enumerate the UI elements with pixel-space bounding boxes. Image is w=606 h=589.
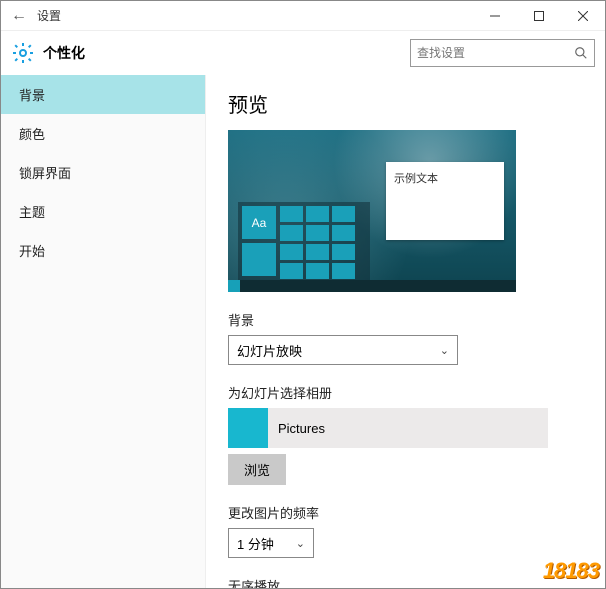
sidebar-item-background[interactable]: 背景 [1, 75, 205, 114]
album-name: Pictures [278, 421, 325, 436]
preview-tile [242, 243, 276, 276]
sidebar-item-lockscreen[interactable]: 锁屏界面 [1, 153, 205, 192]
maximize-button[interactable] [517, 1, 561, 31]
preview-heading: 预览 [228, 89, 583, 118]
window-title: 设置 [37, 7, 61, 24]
titlebar: ← 设置 [1, 1, 605, 31]
sidebar-item-colors[interactable]: 颜色 [1, 114, 205, 153]
frequency-value: 1 分钟 [237, 534, 274, 553]
chevron-down-icon: ⌄ [440, 344, 449, 357]
preview-taskbar [228, 280, 516, 292]
preview-aa-tile: Aa [242, 206, 276, 239]
search-box[interactable] [410, 39, 595, 67]
chevron-down-icon: ⌄ [296, 537, 305, 550]
main-panel: 预览 Aa 示例文本 背景 幻灯片放映 ⌄ [206, 75, 605, 588]
search-icon [574, 46, 588, 60]
preview-window: 示例文本 [386, 162, 504, 240]
minimize-button[interactable] [473, 1, 517, 31]
back-button[interactable]: ← [1, 7, 37, 25]
page-title: 个性化 [43, 43, 85, 63]
frequency-dropdown[interactable]: 1 分钟 ⌄ [228, 528, 314, 558]
background-label: 背景 [228, 310, 583, 329]
background-value: 幻灯片放映 [237, 341, 302, 360]
frequency-label: 更改图片的频率 [228, 503, 583, 522]
preview-sample-text: 示例文本 [394, 173, 438, 185]
gear-icon [11, 41, 35, 65]
sidebar: 背景 颜色 锁屏界面 主题 开始 [1, 75, 206, 588]
body: 背景 颜色 锁屏界面 主题 开始 预览 Aa 示例文本 [1, 75, 605, 588]
album-label: 为幻灯片选择相册 [228, 383, 583, 402]
album-row[interactable]: Pictures [228, 408, 548, 448]
album-thumbnail [228, 408, 268, 448]
header: 个性化 [1, 31, 605, 75]
browse-button[interactable]: 浏览 [228, 454, 286, 485]
desktop-preview: Aa 示例文本 [228, 130, 516, 292]
sidebar-item-themes[interactable]: 主题 [1, 192, 205, 231]
background-dropdown[interactable]: 幻灯片放映 ⌄ [228, 335, 458, 365]
search-input[interactable] [417, 46, 574, 60]
preview-start-menu: Aa [238, 202, 370, 280]
close-button[interactable] [561, 1, 605, 31]
shuffle-label: 无序播放 [228, 576, 583, 588]
window-controls [473, 1, 605, 31]
sidebar-item-start[interactable]: 开始 [1, 231, 205, 270]
